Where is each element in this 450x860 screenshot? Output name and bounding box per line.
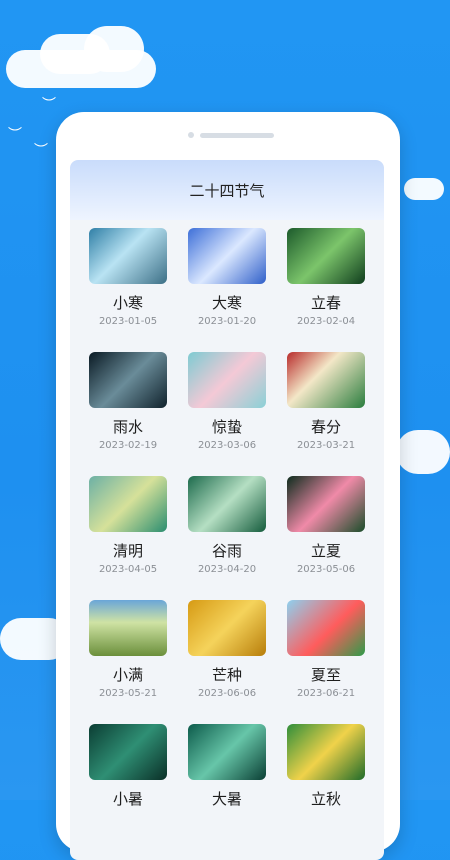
solar-term-name: 大寒	[211, 294, 242, 312]
solar-term-name: 雨水	[112, 418, 143, 436]
solar-term-card[interactable]: 春分 2023-03-21	[271, 348, 375, 468]
solar-term-card[interactable]: 小暑	[73, 720, 177, 840]
solar-term-date: 2023-04-05	[98, 564, 158, 575]
page-header: 二十四节气	[70, 160, 384, 220]
frost-branch-image	[188, 228, 266, 284]
solar-term-name: 立秋	[310, 790, 341, 808]
solar-term-name: 芒种	[211, 666, 242, 684]
solar-term-card[interactable]: 小满 2023-05-21	[73, 596, 177, 716]
butterfly-sprout-image	[287, 228, 365, 284]
solar-term-card[interactable]: 立夏 2023-05-06	[271, 472, 375, 592]
lotus-image	[287, 476, 365, 532]
solar-term-card[interactable]: 立秋	[271, 720, 375, 840]
phone-mockup: 二十四节气 小寒 2023-01-05 大寒 2023-01-20 立春 2023-02-…	[56, 112, 400, 860]
solar-term-date: 2023-05-06	[296, 564, 356, 575]
solar-term-name: 立春	[310, 294, 341, 312]
hummingbird-image	[188, 352, 266, 408]
snow-bubble-image	[89, 228, 167, 284]
leaf-image	[89, 476, 167, 532]
solar-term-card[interactable]: 大暑	[172, 720, 276, 840]
solar-term-date: 2023-05-21	[98, 688, 158, 699]
frog-leaf-image	[188, 724, 266, 780]
grass-image	[188, 476, 266, 532]
ginkgo-image	[287, 724, 365, 780]
solar-term-card[interactable]: 谷雨 2023-04-20	[172, 472, 276, 592]
page-title: 二十四节气	[189, 181, 265, 200]
solar-term-card[interactable]: 小寒 2023-01-05	[73, 224, 177, 344]
water-drop-image	[89, 352, 167, 408]
solar-term-card[interactable]: 惊蛰 2023-03-06	[172, 348, 276, 468]
solar-term-card[interactable]: 立春 2023-02-04	[271, 224, 375, 344]
solar-term-name: 春分	[310, 418, 341, 436]
solar-term-date: 2023-06-06	[197, 688, 257, 699]
cloud-decoration	[396, 430, 450, 474]
wheat-field-image	[89, 600, 167, 656]
bird-icon: ︶	[42, 97, 56, 113]
solar-term-card[interactable]: 夏至 2023-06-21	[271, 596, 375, 716]
solar-term-name: 惊蛰	[211, 418, 242, 436]
solar-term-card[interactable]: 清明 2023-04-05	[73, 472, 177, 592]
solar-term-date: 2023-04-20	[197, 564, 257, 575]
solar-term-name: 小暑	[112, 790, 143, 808]
solar-term-card[interactable]: 芒种 2023-06-06	[172, 596, 276, 716]
watermelon-image	[287, 600, 365, 656]
blossom-wall-image	[287, 352, 365, 408]
solar-term-name: 夏至	[310, 666, 341, 684]
cloud-decoration	[84, 26, 144, 72]
solar-term-name: 小满	[112, 666, 143, 684]
speaker-bar	[200, 133, 274, 138]
solar-term-date: 2023-03-21	[296, 440, 356, 451]
solar-term-date: 2023-01-20	[197, 316, 257, 327]
app-screen: 二十四节气 小寒 2023-01-05 大寒 2023-01-20 立春 2023-02-…	[70, 160, 384, 860]
solar-term-name: 谷雨	[211, 542, 242, 560]
grain-image	[188, 600, 266, 656]
camera-dot	[188, 132, 194, 138]
solar-term-date: 2023-06-21	[296, 688, 356, 699]
solar-term-date: 2023-02-19	[98, 440, 158, 451]
solar-term-date: 2023-01-05	[98, 316, 158, 327]
solar-term-date: 2023-03-06	[197, 440, 257, 451]
solar-term-name: 大暑	[211, 790, 242, 808]
solar-term-card[interactable]: 雨水 2023-02-19	[73, 348, 177, 468]
solar-term-name: 清明	[112, 542, 143, 560]
solar-term-name: 立夏	[310, 542, 341, 560]
solar-term-card[interactable]: 大寒 2023-01-20	[172, 224, 276, 344]
bird-icon: ︶	[34, 143, 48, 159]
solar-term-date: 2023-02-04	[296, 316, 356, 327]
dragonfly-image	[89, 724, 167, 780]
solar-term-name: 小寒	[112, 294, 143, 312]
bird-icon: ︶	[8, 127, 22, 143]
cloud-decoration	[404, 178, 444, 200]
